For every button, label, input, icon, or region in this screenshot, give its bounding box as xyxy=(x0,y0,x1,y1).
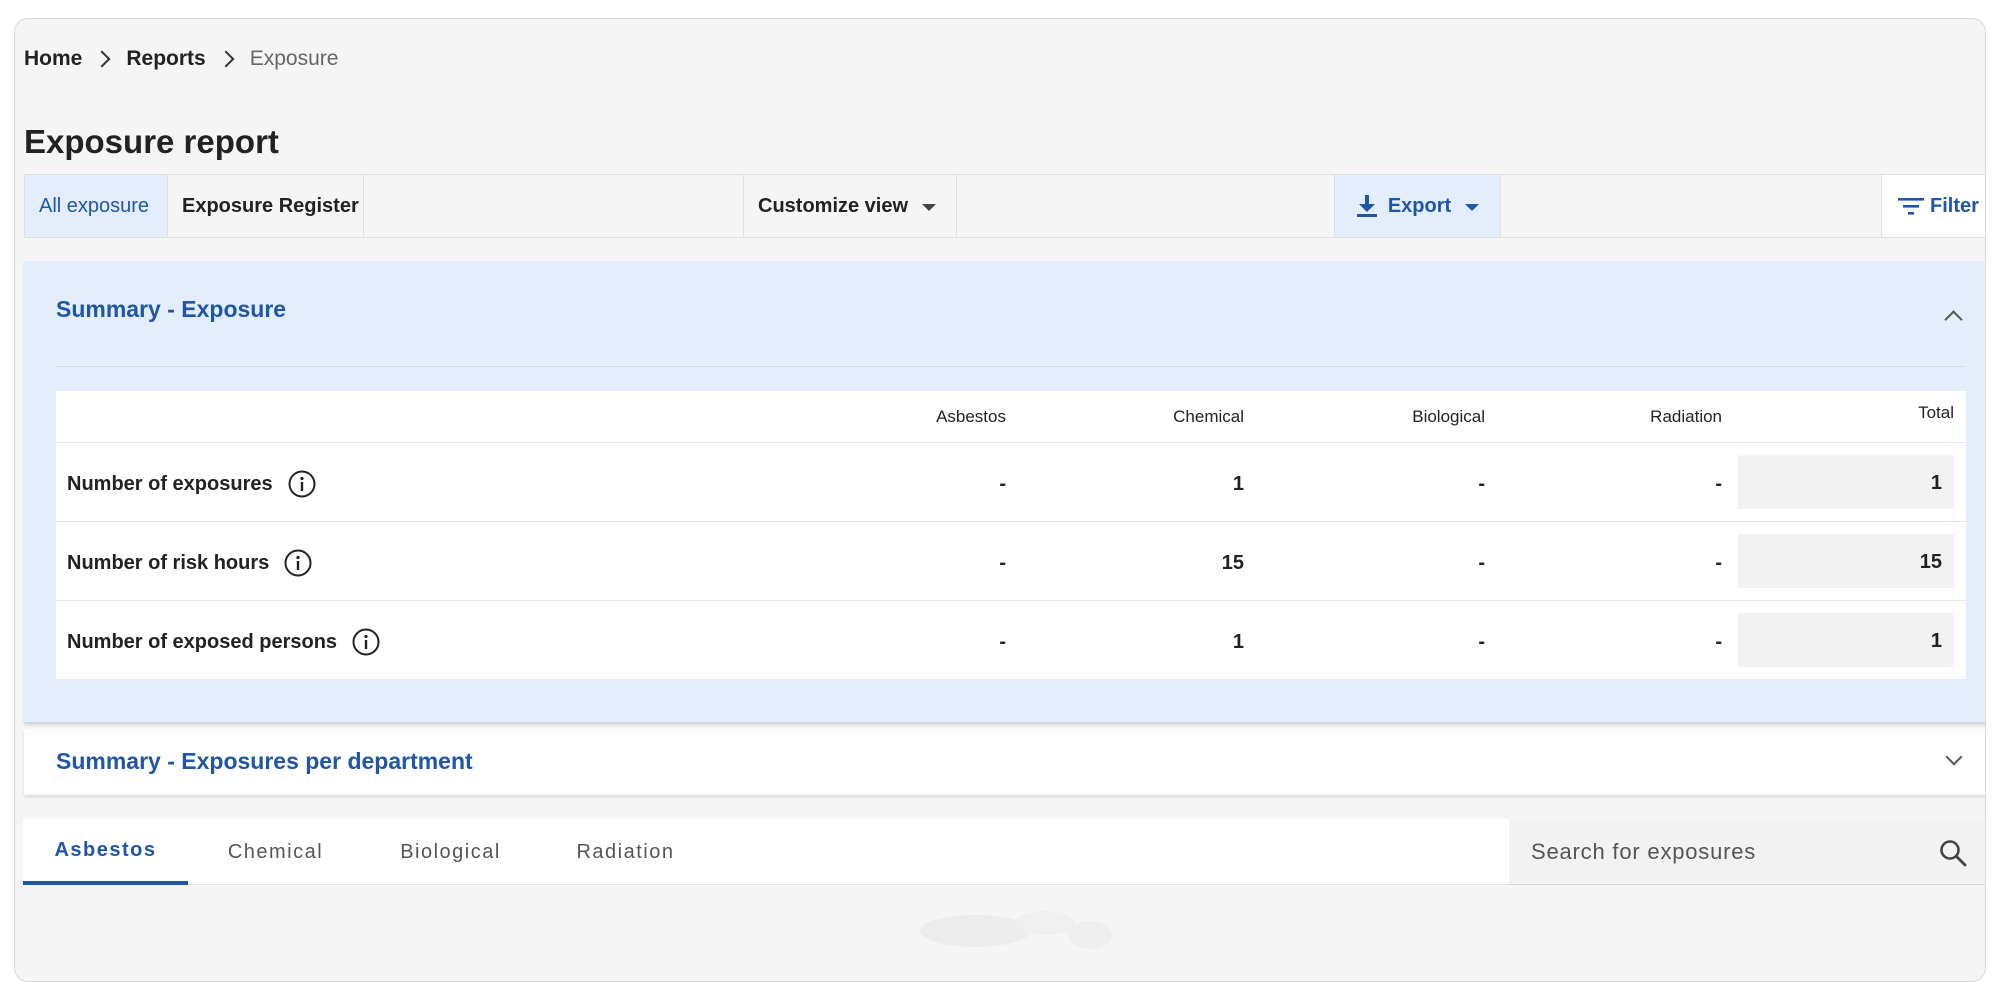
summary-department-panel[interactable]: Summary - Exposures per department xyxy=(24,729,1985,795)
breadcrumb-reports[interactable]: Reports xyxy=(126,47,205,71)
breadcrumb-home[interactable]: Home xyxy=(24,47,82,71)
customize-view-button[interactable]: Customize view xyxy=(744,175,957,237)
info-icon[interactable] xyxy=(283,548,313,578)
column-header-asbestos: Asbestos xyxy=(936,407,1006,426)
cell-asbestos: - xyxy=(999,552,1006,574)
cell-total-value: 1 xyxy=(1930,472,1942,494)
cell-chemical: 1 xyxy=(1232,473,1244,495)
cell-biological: - xyxy=(1478,631,1485,653)
column-header-chemical: Chemical xyxy=(1173,407,1244,426)
app-frame: Home Reports Exposure Exposure report Al… xyxy=(14,18,1986,982)
row-label: Number of risk hours xyxy=(67,548,313,578)
cell-radiation: - xyxy=(1715,631,1722,653)
tab-radiation[interactable]: Radiation xyxy=(538,819,713,885)
cell-total-value: 15 xyxy=(1919,551,1942,573)
tab-exposure-register[interactable]: Exposure Register xyxy=(168,175,364,237)
report-toolbar: All exposure Exposure Register Customize… xyxy=(24,174,1985,238)
chevron-right-icon xyxy=(93,50,111,68)
download-icon xyxy=(1356,195,1377,217)
search-icon[interactable] xyxy=(1939,839,1967,867)
cell-asbestos: - xyxy=(999,473,1006,495)
info-icon[interactable] xyxy=(287,469,317,499)
caret-down-icon xyxy=(1465,203,1480,211)
page-title: Exposure report xyxy=(24,123,279,160)
row-label-text: Number of exposures xyxy=(67,472,273,495)
chevron-up-icon[interactable] xyxy=(1944,310,1963,329)
column-header-total: Total xyxy=(1918,403,1954,422)
cell-radiation: - xyxy=(1715,552,1722,574)
search-box xyxy=(1509,819,1985,885)
search-input[interactable] xyxy=(1509,819,1929,885)
row-label-text: Number of exposed persons xyxy=(67,630,338,653)
tab-chemical[interactable]: Chemical xyxy=(188,819,363,885)
loading-indicator xyxy=(920,911,1112,949)
summary-exposure-title[interactable]: Summary - Exposure xyxy=(56,296,286,323)
chevron-down-icon[interactable] xyxy=(1945,748,1963,766)
summary-department-title[interactable]: Summary - Exposures per department xyxy=(56,748,473,775)
panel-divider xyxy=(56,366,1966,367)
info-icon[interactable] xyxy=(351,627,381,657)
category-tabs: Asbestos Chemical Biological Radiation xyxy=(23,819,1509,885)
table-row: Number of risk hours - 15 - - 15 xyxy=(56,522,1966,601)
cell-total: 1 xyxy=(1738,613,1954,667)
cell-total: 15 xyxy=(1738,534,1954,588)
column-header-radiation: Radiation xyxy=(1650,407,1722,426)
tab-all-exposure[interactable]: All exposure xyxy=(25,175,168,237)
table-row: Number of exposures - 1 - - 1 xyxy=(56,443,1966,522)
table-header: Asbestos Chemical Biological Radiation T… xyxy=(56,391,1966,443)
cell-total: 1 xyxy=(1738,455,1954,509)
cell-asbestos: - xyxy=(999,631,1006,653)
tab-asbestos[interactable]: Asbestos xyxy=(23,819,188,885)
cell-total-value: 1 xyxy=(1930,630,1942,652)
cell-biological: - xyxy=(1478,552,1485,574)
filter-button[interactable]: Filter xyxy=(1881,175,1985,237)
row-label-text: Number of risk hours xyxy=(67,551,270,574)
breadcrumb: Home Reports Exposure xyxy=(24,47,338,71)
toolbar-spacer xyxy=(364,175,744,237)
row-label: Number of exposures xyxy=(67,469,317,499)
customize-view-label: Customize view xyxy=(758,194,909,217)
export-label: Export xyxy=(1387,194,1452,217)
row-label: Number of exposed persons xyxy=(67,627,381,657)
toolbar-spacer xyxy=(957,175,1335,237)
cell-radiation: - xyxy=(1715,473,1722,495)
caret-down-icon xyxy=(922,203,937,211)
exposure-summary-table: Asbestos Chemical Biological Radiation T… xyxy=(56,391,1966,679)
table-row: Number of exposed persons - 1 - - 1 xyxy=(56,601,1966,680)
cell-biological: - xyxy=(1478,473,1485,495)
filter-icon xyxy=(1898,198,1924,215)
column-header-biological: Biological xyxy=(1412,407,1485,426)
cell-chemical: 15 xyxy=(1221,552,1244,574)
filter-label: Filter xyxy=(1930,194,1979,217)
summary-exposure-panel: Summary - Exposure Asbestos Chemical Bio… xyxy=(24,261,1985,723)
cell-chemical: 1 xyxy=(1232,631,1244,653)
chevron-right-icon xyxy=(217,50,235,68)
tab-biological[interactable]: Biological xyxy=(363,819,538,885)
export-button[interactable]: Export xyxy=(1335,175,1501,237)
breadcrumb-current: Exposure xyxy=(249,47,339,70)
